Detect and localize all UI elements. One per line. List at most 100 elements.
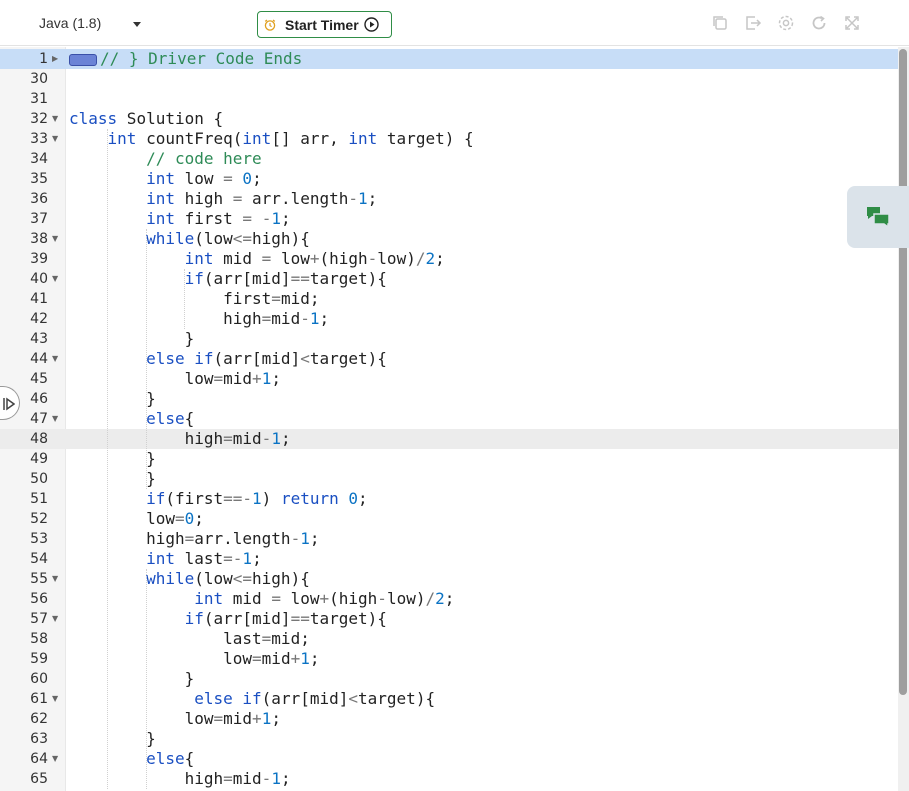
fold-open-icon[interactable]: ▼	[52, 689, 58, 709]
code-text: while(low<=high){	[146, 229, 310, 248]
code-text: int last=-1;	[146, 549, 262, 568]
code-line[interactable]: 49 }	[0, 449, 898, 469]
fold-open-icon[interactable]: ▼	[52, 749, 58, 769]
code-text: int high = arr.length-1;	[146, 189, 378, 208]
language-select[interactable]: Java (1.8)	[29, 9, 155, 37]
folded-code-marker-icon[interactable]	[69, 53, 97, 66]
code-line[interactable]: 63 }	[0, 729, 898, 749]
code-line[interactable]: 38 ▼ while(low<=high){	[0, 229, 898, 249]
code-text: else if(arr[mid]<target){	[194, 689, 436, 708]
code-text: else{	[146, 749, 195, 768]
code-line[interactable]: 40 ▼ if(arr[mid]==target){	[0, 269, 898, 289]
code-line[interactable]: 31	[0, 89, 898, 109]
code-line[interactable]: 59 low=mid+1;	[0, 649, 898, 669]
line-number: 54	[30, 551, 48, 567]
fold-open-icon[interactable]: ▼	[52, 609, 58, 629]
code-line[interactable]: 33 ▼ int countFreq(int[] arr, int target)…	[0, 129, 898, 149]
code-line[interactable]: 56 int mid = low+(high-low)/2;	[0, 589, 898, 609]
line-number: 58	[30, 631, 48, 647]
code-line[interactable]: 46 }	[0, 389, 898, 409]
code-line[interactable]: 58 last=mid;	[0, 629, 898, 649]
code-line[interactable]: 41 first=mid;	[0, 289, 898, 309]
expand-panel-icon	[3, 397, 15, 411]
code-text: while(low<=high){	[146, 569, 310, 588]
code-line[interactable]: 30	[0, 69, 898, 89]
line-number: 36	[30, 191, 48, 207]
code-text: int mid = low+(high-low)/2;	[194, 589, 455, 608]
code-line[interactable]: 42 high=mid-1;	[0, 309, 898, 329]
scrollbar-thumb[interactable]	[899, 49, 907, 695]
code-text: }	[69, 389, 156, 408]
line-number: 59	[30, 651, 48, 667]
fold-open-icon[interactable]: ▼	[52, 129, 58, 149]
code-line[interactable]: 45 low=mid+1;	[0, 369, 898, 389]
code-text: // code here	[146, 149, 262, 168]
code-editor[interactable]: 1 ▶// } Driver Code Ends 30 31 32 ▼ class Solu…	[0, 47, 898, 791]
editor-scrollbar[interactable]	[898, 47, 909, 791]
code-line[interactable]: 48 high=mid-1;	[0, 429, 898, 449]
fold-open-icon[interactable]: ▼	[52, 109, 58, 129]
code-line[interactable]: 54 int last=-1;	[0, 549, 898, 569]
code-text: }	[69, 669, 195, 688]
fold-open-icon[interactable]: ▼	[52, 269, 58, 289]
fullscreen-icon[interactable]	[843, 14, 861, 32]
code-line[interactable]: 37 int first = -1;	[0, 209, 898, 229]
code-line[interactable]: 43 }	[0, 329, 898, 349]
chat-button[interactable]	[847, 186, 909, 248]
reset-icon[interactable]	[810, 14, 828, 32]
code-line[interactable]: 44 ▼ else if(arr[mid]<target){	[0, 349, 898, 369]
code-line[interactable]: 32 ▼ class Solution {	[0, 109, 898, 129]
alarm-clock-icon	[264, 19, 276, 31]
code-line[interactable]: 52 low=0;	[0, 509, 898, 529]
line-number: 37	[30, 211, 48, 227]
code-line[interactable]: 64 ▼ else{	[0, 749, 898, 769]
code-line[interactable]: 55 ▼ while(low<=high){	[0, 569, 898, 589]
line-number: 63	[30, 731, 48, 747]
code-line[interactable]: 65 high=mid-1;	[0, 769, 898, 789]
start-timer-button[interactable]: Start Timer	[257, 11, 392, 38]
indent-guide	[145, 229, 147, 489]
code-line[interactable]: 35 int low = 0;	[0, 169, 898, 189]
code-line[interactable]: 47 ▼ else{	[0, 409, 898, 429]
code-text: int countFreq(int[] arr, int target) {	[107, 129, 474, 148]
code-line[interactable]: 61 ▼ else if(arr[mid]<target){	[0, 689, 898, 709]
line-number: 31	[30, 91, 48, 107]
code-line[interactable]: 34 // code here	[0, 149, 898, 169]
fold-open-icon[interactable]: ▼	[52, 569, 58, 589]
code-line[interactable]: 1 ▶ // } Driver Code Ends	[0, 49, 898, 69]
code-line[interactable]: 51 if(first==-1) return 0;	[0, 489, 898, 509]
code-text: low=mid+1;	[69, 709, 281, 728]
code-line[interactable]: 39 int mid = low+(high-low)/2;	[0, 249, 898, 269]
line-number: 52	[30, 511, 48, 527]
code-text: class Solution {	[69, 109, 224, 128]
code-text: int mid = low+(high-low)/2;	[184, 249, 445, 268]
line-number: 44	[30, 351, 48, 367]
line-number: 38	[30, 231, 48, 247]
code-text: high=mid-1;	[69, 429, 291, 448]
code-line[interactable]: 50 }	[0, 469, 898, 489]
code-text: if(first==-1) return 0;	[146, 489, 368, 508]
line-number: 51	[30, 491, 48, 507]
language-select-value: Java (1.8)	[39, 15, 102, 31]
line-number: 41	[30, 291, 48, 307]
code-text: last=mid;	[69, 629, 310, 648]
fold-open-icon[interactable]: ▼	[52, 229, 58, 249]
fold-collapsed-icon[interactable]: ▶	[52, 49, 58, 69]
line-number: 48	[30, 431, 48, 447]
copy-icon[interactable]	[711, 14, 729, 32]
line-number: 43	[30, 331, 48, 347]
code-line[interactable]: 36 int high = arr.length-1;	[0, 189, 898, 209]
code-line[interactable]: 53 high=arr.length-1;	[0, 529, 898, 549]
fold-open-icon[interactable]: ▼	[52, 349, 58, 369]
code-line[interactable]: 60 }	[0, 669, 898, 689]
code-line[interactable]: 62 low=mid+1;	[0, 709, 898, 729]
line-number: 56	[30, 591, 48, 607]
line-number: 49	[30, 451, 48, 467]
export-icon[interactable]	[744, 14, 762, 32]
code-line[interactable]: 57 ▼ if(arr[mid]==target){	[0, 609, 898, 629]
line-number: 39	[30, 251, 48, 267]
fold-open-icon[interactable]: ▼	[52, 409, 58, 429]
line-number: 42	[30, 311, 48, 327]
indent-guide	[184, 269, 186, 329]
settings-icon[interactable]	[777, 14, 795, 32]
